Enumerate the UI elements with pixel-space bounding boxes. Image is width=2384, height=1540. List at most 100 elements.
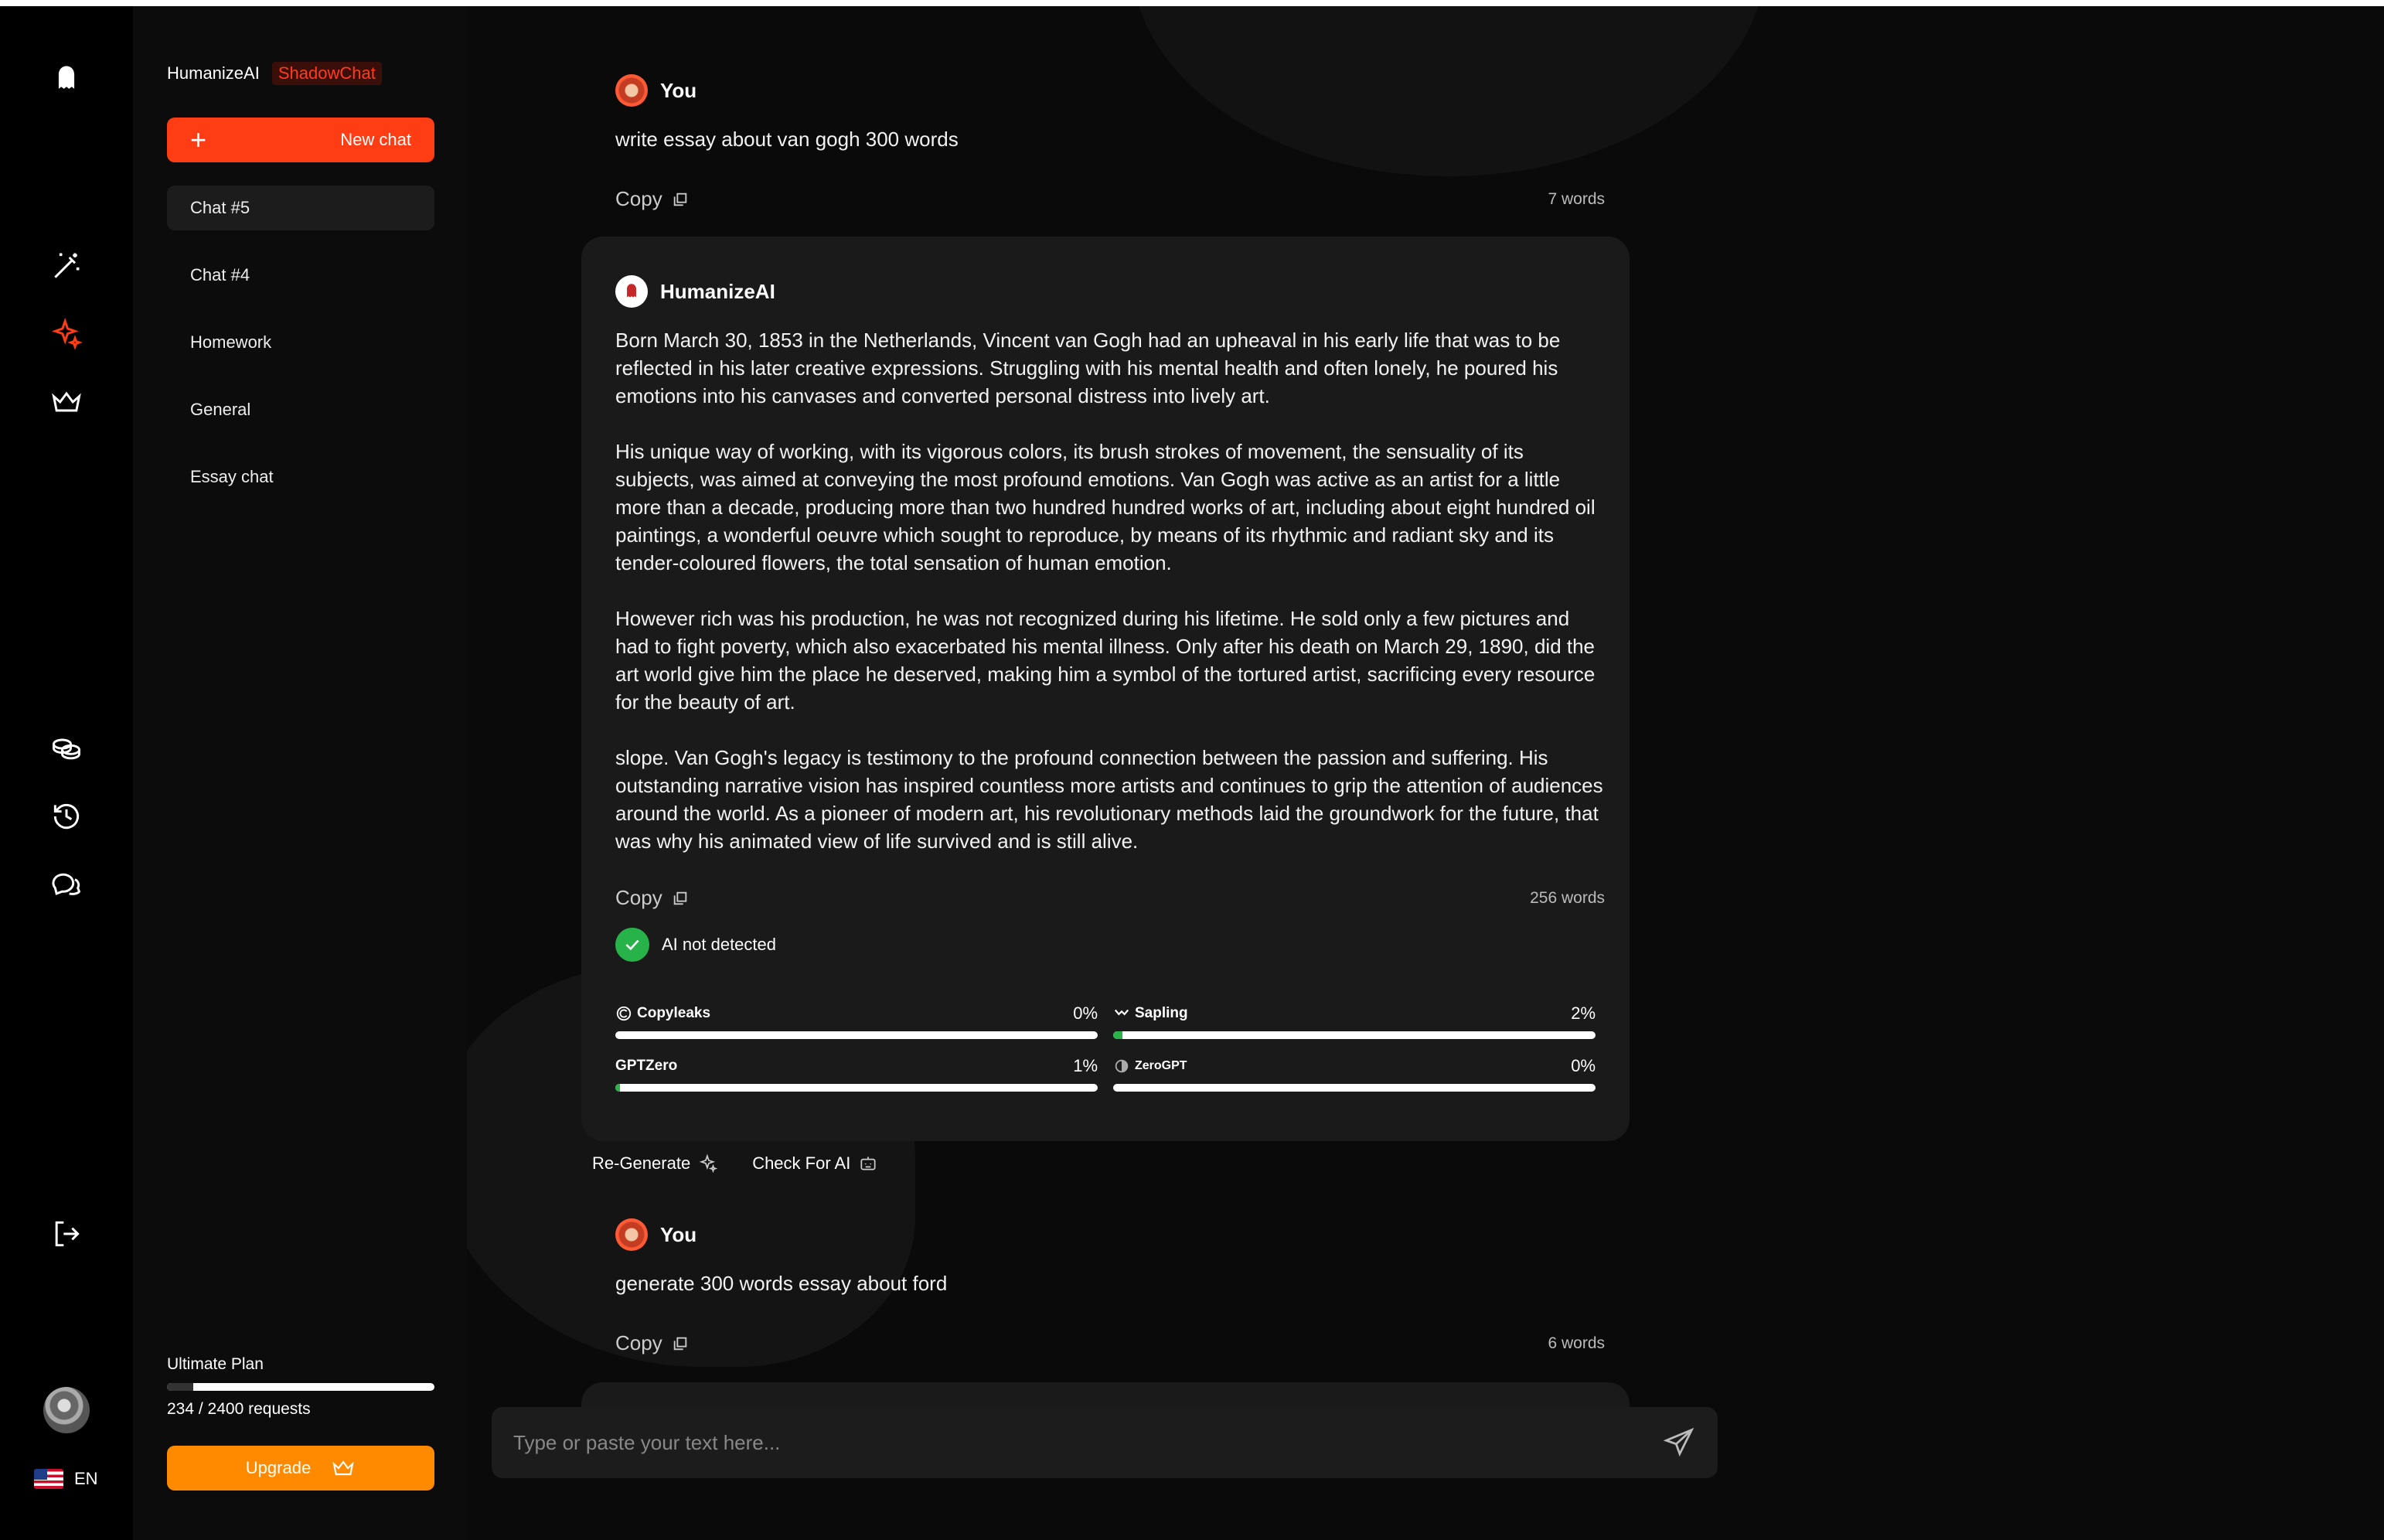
paragraph: However rich was his production, he was … (615, 607, 1596, 714)
message-text: write essay about van gogh 300 words (615, 128, 959, 151)
detector-gptzero: GPTZero 1% (615, 1056, 1098, 1092)
logout-icon[interactable] (43, 1211, 90, 1257)
plan-usage: Ultimate Plan 234 / 2400 requests (167, 1355, 434, 1419)
detector-bar-fill (615, 1084, 621, 1092)
history-icon[interactable] (43, 793, 90, 840)
detector-copyleaks: Copyleaks 0% (615, 1003, 1098, 1039)
chat-item[interactable]: General (167, 387, 434, 432)
detector-bar (1113, 1084, 1596, 1092)
crown-icon[interactable] (43, 379, 90, 425)
ghost-logo-icon[interactable] (43, 56, 90, 102)
crown-icon (332, 1460, 354, 1476)
detector-scores: Copyleaks 0% Sapling 2% GPTZero 1% ZeroG… (615, 1003, 1596, 1092)
chat-item-label: Homework (190, 332, 272, 352)
detector-bar (1113, 1031, 1596, 1039)
user-message: You generate 300 words essay about ford … (615, 1218, 1605, 1355)
robot-icon (860, 1157, 876, 1170)
user-avatar-small (615, 1218, 648, 1251)
chat-item[interactable]: Essay chat (167, 455, 434, 499)
window-top-edge (0, 0, 2384, 6)
humanizeai-avatar (615, 275, 648, 308)
paragraph: Born March 30, 1853 in the Netherlands, … (615, 329, 1561, 407)
paragraph: slope. Van Gogh's legacy is testimony to… (615, 746, 1603, 853)
chat-item[interactable]: Homework (167, 320, 434, 365)
detector-name: GPTZero (615, 1058, 678, 1074)
message-author: HumanizeAI (660, 279, 775, 303)
copy-label: Copy (615, 187, 662, 210)
chat-item-label: Chat #5 (190, 198, 250, 217)
detector-percent: 0% (1571, 1056, 1596, 1075)
copy-icon (673, 1337, 686, 1350)
ai-detection-status: AI not detected (615, 928, 776, 962)
detector-zerogpt: ZeroGPT 0% (1113, 1056, 1596, 1092)
zerogpt-logo-icon: ZeroGPT (1113, 1058, 1187, 1075)
chat-item[interactable]: Chat #5 (167, 186, 434, 230)
check-for-ai-button[interactable]: Check For AI (741, 1147, 890, 1180)
detector-sapling: Sapling 2% (1113, 1003, 1596, 1039)
check-icon (615, 928, 649, 962)
new-chat-label: New chat (340, 130, 411, 149)
detector-name: Copyleaks (637, 1005, 711, 1021)
chat-list: Chat #5 Chat #4 Homework General Essay c… (167, 186, 434, 522)
message-author: You (660, 1222, 697, 1246)
upgrade-label: Upgrade (245, 1458, 312, 1477)
detector-bar (615, 1084, 1098, 1092)
user-avatar[interactable] (43, 1387, 90, 1433)
send-icon[interactable] (1662, 1426, 1696, 1460)
paragraph: His unique way of working, with its vigo… (615, 440, 1596, 574)
message-author: You (660, 78, 697, 102)
us-flag-icon (34, 1469, 63, 1489)
word-count: 7 words (1548, 189, 1605, 208)
chat-bubbles-icon[interactable] (43, 861, 90, 908)
magic-wand-icon[interactable] (43, 243, 90, 289)
language-code: EN (74, 1469, 98, 1488)
detector-name: Sapling (1135, 1005, 1188, 1021)
plan-name: Ultimate Plan (167, 1355, 264, 1373)
brand: HumanizeAI ShadowChat (167, 62, 382, 85)
copy-button[interactable]: Copy (615, 1331, 689, 1355)
sparkle-icon (699, 1153, 718, 1174)
copy-label: Copy (615, 886, 662, 909)
detector-percent: 0% (1073, 1003, 1098, 1023)
chat-item-label: Chat #4 (190, 265, 250, 284)
sapling-logo-icon: Sapling (1113, 1005, 1188, 1022)
check-for-ai-label: Check For AI (752, 1153, 851, 1173)
chat-item[interactable]: Chat #4 (167, 253, 434, 298)
copy-button[interactable]: Copy (615, 886, 689, 910)
language-switcher[interactable]: EN (34, 1469, 98, 1489)
message-input[interactable] (513, 1430, 1662, 1455)
chat-item-label: Essay chat (190, 467, 274, 486)
upgrade-button[interactable]: Upgrade (167, 1446, 434, 1491)
response-actions: Re-Generate Check For AI (581, 1147, 890, 1180)
chat-item-label: General (190, 400, 251, 419)
regenerate-label: Re-Generate (592, 1153, 691, 1173)
detection-label: AI not detected (662, 935, 776, 954)
user-message: You write essay about van gogh 300 words… (615, 74, 1605, 211)
copyleaks-logo-icon: Copyleaks (615, 1005, 710, 1022)
copy-icon (673, 891, 686, 905)
detector-name: ZeroGPT (1135, 1059, 1187, 1072)
brand-name: HumanizeAI (167, 63, 260, 83)
detector-bar-fill (1113, 1031, 1123, 1039)
word-count: 256 words (1530, 888, 1605, 907)
detector-percent: 2% (1571, 1003, 1596, 1023)
chat-sidebar: HumanizeAI ShadowChat + New chat Chat #5… (133, 6, 467, 1540)
sparkle-icon[interactable] (43, 311, 90, 357)
message-text: generate 300 words essay about ford (615, 1272, 948, 1295)
detector-bar (615, 1031, 1098, 1039)
plus-icon: + (190, 124, 207, 155)
message-text: Born March 30, 1853 in the Netherlands, … (615, 326, 1605, 855)
copy-icon (673, 192, 686, 206)
detector-percent: 1% (1073, 1056, 1098, 1075)
copy-label: Copy (615, 1331, 662, 1354)
ai-message: HumanizeAI Born March 30, 1853 in the Ne… (615, 275, 1605, 910)
coins-icon[interactable] (43, 725, 90, 772)
new-chat-button[interactable]: + New chat (167, 118, 434, 162)
word-count: 6 words (1548, 1334, 1605, 1352)
plan-usage-bar (167, 1383, 434, 1391)
plan-requests: 234 / 2400 requests (167, 1400, 311, 1418)
regenerate-button[interactable]: Re-Generate (581, 1147, 730, 1180)
copy-button[interactable]: Copy (615, 187, 689, 211)
plan-usage-fill (167, 1383, 193, 1391)
user-avatar-small (615, 74, 648, 107)
